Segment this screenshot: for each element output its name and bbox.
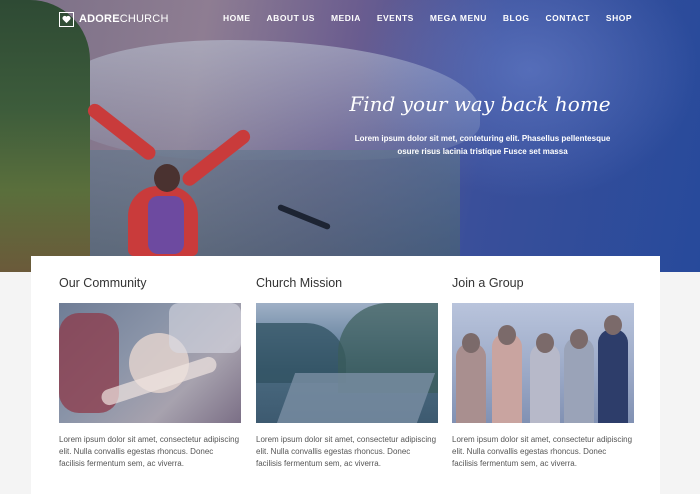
column-text: Lorem ipsum dolor sit amet, consectetur …	[59, 435, 240, 468]
nav-events[interactable]: EVENTS	[377, 13, 414, 23]
site-name: ADORECHURCH	[79, 13, 169, 25]
column-title[interactable]: Our Community	[59, 276, 147, 290]
content-card: Our Community Lorem ipsum dolor sit amet…	[31, 256, 660, 494]
nav-mega-menu[interactable]: MEGA MENU	[430, 13, 487, 23]
site-logo[interactable]: ADORECHURCH	[59, 10, 169, 28]
group-image[interactable]	[452, 303, 634, 423]
community-image[interactable]	[59, 303, 241, 423]
hero-subtitle-line-2: osure risus lacinia tristique Fusce set …	[397, 147, 568, 156]
hero-trees	[0, 0, 90, 272]
hero-tagline: Find your way back home	[349, 92, 611, 116]
nav-home[interactable]: HOME	[223, 13, 251, 23]
nav-media[interactable]: MEDIA	[331, 13, 361, 23]
nav-shop[interactable]: SHOP	[606, 13, 632, 23]
site-name-bold: ADORE	[79, 13, 120, 25]
nav-contact[interactable]: CONTACT	[545, 13, 589, 23]
column-title[interactable]: Church Mission	[256, 276, 342, 290]
column-title[interactable]: Join a Group	[452, 276, 524, 290]
heart-icon	[59, 11, 74, 27]
hero-person-head	[154, 164, 180, 192]
hero-lake	[40, 150, 460, 272]
nav-about-us[interactable]: ABOUT US	[267, 13, 315, 23]
page-edge	[660, 272, 700, 494]
column-text: Lorem ipsum dolor sit amet, consectetur …	[452, 435, 633, 468]
hero-backpack	[148, 196, 184, 254]
column-text: Lorem ipsum dolor sit amet, consectetur …	[256, 435, 437, 468]
hero-subtitle-line-1: Lorem ipsum dolor sit met, conteturing e…	[354, 134, 611, 143]
site-name-light: CHURCH	[119, 13, 169, 25]
hero-subtitle: Lorem ipsum dolor sit met, conteturing e…	[350, 132, 615, 158]
nav-blog[interactable]: BLOG	[503, 13, 530, 23]
main-nav: HOME ABOUT US MEDIA EVENTS MEGA MENU BLO…	[207, 13, 632, 23]
mission-image[interactable]	[256, 303, 438, 423]
